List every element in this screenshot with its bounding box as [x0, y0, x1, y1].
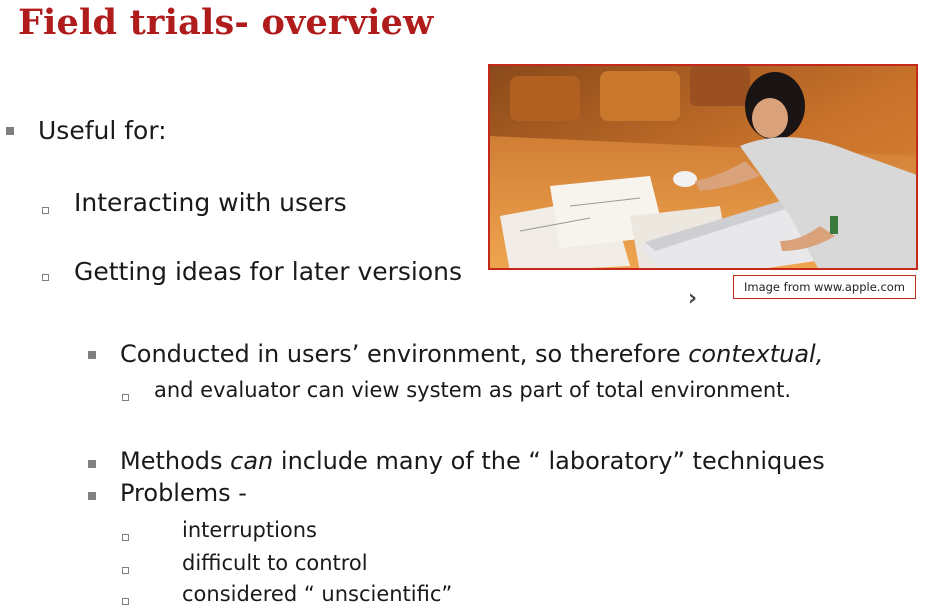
bullet-hollow-icon [122, 534, 129, 541]
bullet-hollow-icon [122, 567, 129, 574]
problems-text: Problems - [120, 479, 247, 507]
bullet-square-icon [6, 127, 14, 135]
evaluator-text: and evaluator can view system as part of… [154, 378, 792, 402]
problem-interruptions: interruptions [182, 518, 318, 542]
can-emphasis: can [230, 447, 274, 475]
slide-title: Field trials- overview [18, 2, 434, 43]
woman-laptop-photo [488, 64, 918, 270]
bullet-square-icon [88, 460, 96, 468]
methods-text: Methods can include many of the “ labora… [120, 447, 825, 475]
image-caption: Image from www.apple.com [733, 275, 916, 299]
chevron-right-icon[interactable]: › [688, 286, 697, 311]
conducted-text-main: Conducted in users’ environment, so ther… [120, 340, 689, 368]
contextual-emphasis: contextual, [688, 340, 824, 368]
bullet-hollow-icon [42, 274, 49, 281]
useful-for-text: Useful for: [38, 116, 167, 145]
bullet-hollow-icon [122, 598, 129, 605]
methods-text-c: include many of the “ laboratory” techni… [273, 447, 825, 475]
problem-unscientific: considered “ unscientific” [182, 582, 453, 606]
bullet-hollow-icon [42, 207, 49, 214]
bullet-square-icon [88, 351, 96, 359]
getting-ideas-text: Getting ideas for later versions [74, 257, 463, 286]
conducted-text: Conducted in users’ environment, so ther… [120, 340, 823, 368]
bullet-hollow-icon [122, 394, 129, 401]
interacting-text: Interacting with users [74, 188, 347, 217]
bullet-square-icon [88, 492, 96, 500]
problem-difficult-control: difficult to control [182, 551, 368, 575]
methods-text-a: Methods [120, 447, 231, 475]
